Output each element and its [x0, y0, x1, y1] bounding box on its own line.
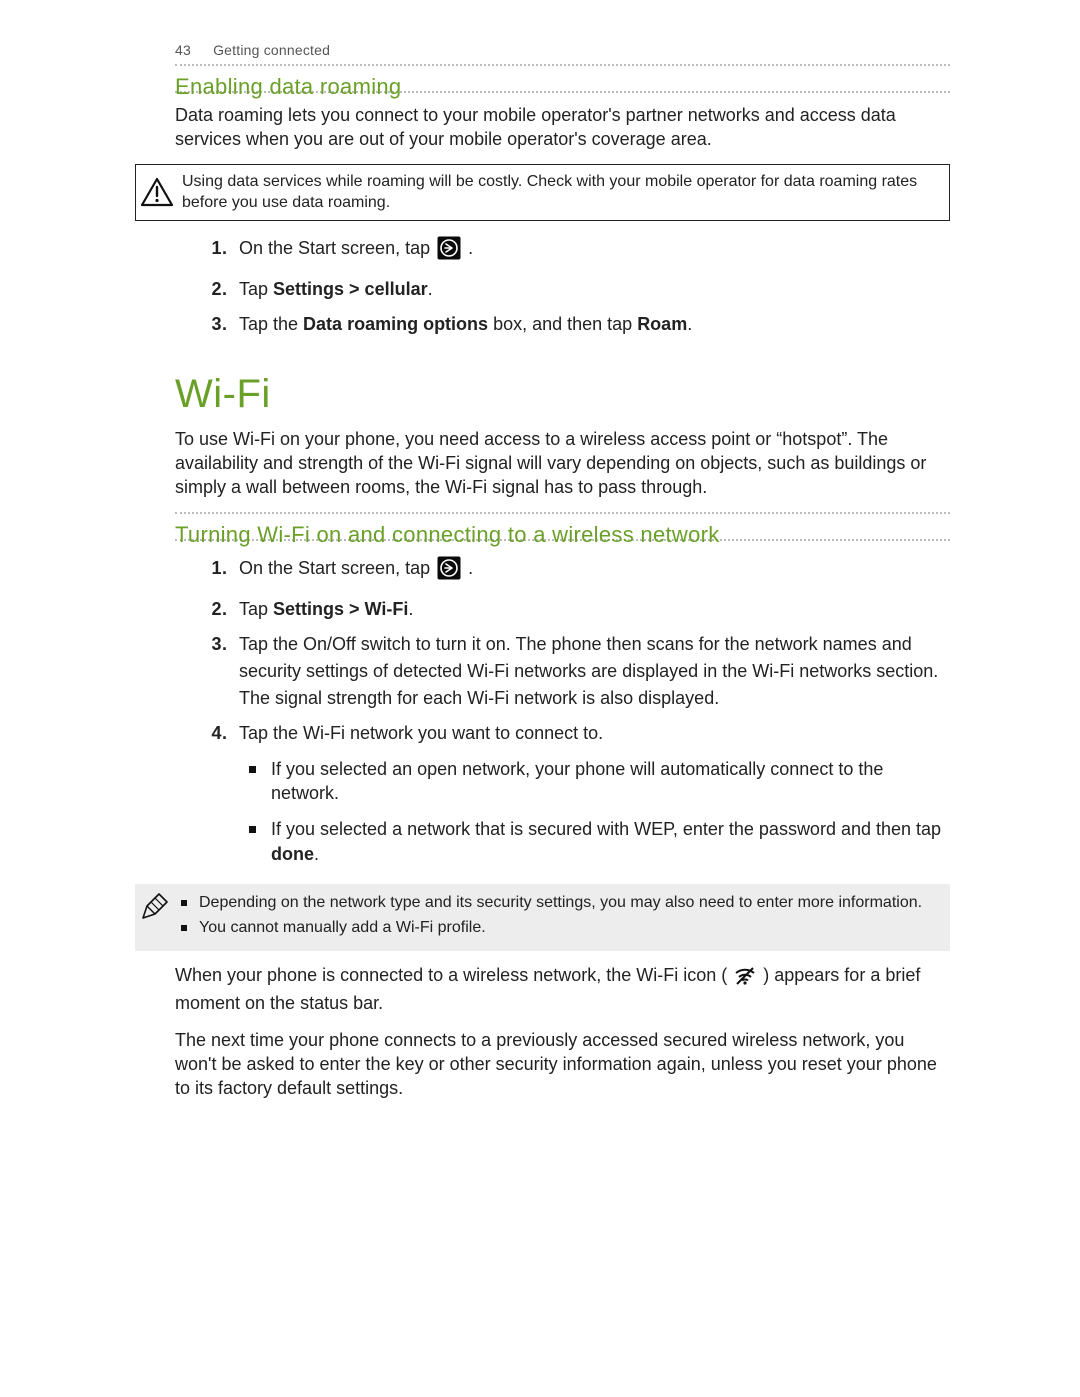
step-text: On the Start screen, tap: [239, 558, 435, 578]
note-box: Depending on the network type and its se…: [135, 884, 950, 951]
subheading-wifi: Turning Wi-Fi on and connecting to a wir…: [175, 522, 720, 550]
arrow-circle-icon: [437, 556, 461, 588]
roaming-intro: Data roaming lets you connect to your mo…: [175, 103, 950, 152]
arrow-circle-icon: [437, 236, 461, 268]
step-text: .: [428, 279, 433, 299]
heading-wifi: Wi-Fi: [175, 372, 950, 417]
divider: [175, 512, 950, 514]
step-text: .: [314, 844, 319, 864]
page-section-title: Getting connected: [213, 42, 330, 58]
warning-triangle-icon: [140, 177, 174, 207]
step-bold: Settings > cellular: [273, 279, 428, 299]
list-item: You cannot manually add a Wi-Fi profile.: [181, 917, 940, 939]
step-2: Tap Settings > cellular.: [233, 276, 950, 303]
step-3: Tap the On/Off switch to turn it on. The…: [233, 631, 950, 712]
wifi-after-1: When your phone is connected to a wirele…: [175, 963, 950, 1016]
step-text: Tap: [239, 599, 273, 619]
step-4: Tap the Wi-Fi network you want to connec…: [233, 720, 950, 866]
warning-box: Using data services while roaming will b…: [135, 164, 950, 221]
step-text: box, and then tap: [488, 314, 637, 334]
step-text: Tap: [239, 279, 273, 299]
step-text: .: [468, 238, 473, 258]
list-item: If you selected a network that is secure…: [271, 817, 950, 866]
step-text: Tap the: [239, 314, 303, 334]
step-bold: Settings > Wi-Fi: [273, 599, 408, 619]
step-4-sublist: If you selected an open network, your ph…: [247, 757, 950, 866]
subheading-row: Enabling data roaming: [175, 74, 950, 93]
step-1: On the Start screen, tap .: [233, 235, 950, 268]
wifi-steps: On the Start screen, tap . Tap Settings …: [175, 555, 950, 866]
step-text: On the Start screen, tap: [239, 238, 435, 258]
warning-text: Using data services while roaming will b…: [182, 173, 917, 212]
body-text: When your phone is connected to a wirele…: [175, 965, 732, 985]
pen-icon: [137, 890, 171, 924]
step-text: .: [468, 558, 473, 578]
list-item: Depending on the network type and its se…: [181, 892, 940, 914]
step-text: .: [687, 314, 692, 334]
step-3: Tap the Data roaming options box, and th…: [233, 311, 950, 338]
roaming-steps: On the Start screen, tap . Tap Settings …: [175, 235, 950, 338]
step-2: Tap Settings > Wi-Fi.: [233, 596, 950, 623]
page-header: 43 Getting connected: [175, 42, 950, 58]
wifi-intro: To use Wi-Fi on your phone, you need acc…: [175, 427, 950, 500]
page-number: 43: [175, 42, 191, 58]
subheading-row: Turning Wi-Fi on and connecting to a wir…: [175, 522, 950, 541]
list-item: If you selected an open network, your ph…: [271, 757, 950, 806]
step-bold: done: [271, 844, 314, 864]
step-bold: Data roaming options: [303, 314, 488, 334]
step-1: On the Start screen, tap .: [233, 555, 950, 588]
wifi-after-2: The next time your phone connects to a p…: [175, 1028, 950, 1101]
step-text: Tap the Wi-Fi network you want to connec…: [239, 723, 603, 743]
note-list: Depending on the network type and its se…: [181, 892, 940, 939]
wifi-signal-icon: [734, 965, 756, 991]
document-page: 43 Getting connected Enabling data roami…: [0, 0, 1080, 1173]
step-bold: Roam: [637, 314, 687, 334]
step-text: .: [408, 599, 413, 619]
step-text: If you selected a network that is secure…: [271, 819, 941, 839]
subheading-roaming: Enabling data roaming: [175, 74, 401, 102]
divider: [175, 64, 950, 66]
